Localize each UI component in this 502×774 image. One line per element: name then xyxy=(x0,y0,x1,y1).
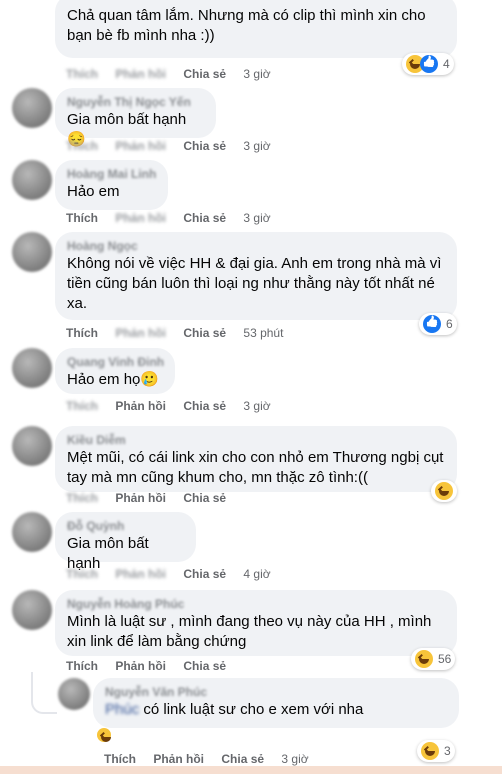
share-link[interactable]: Chia sẻ xyxy=(183,211,226,225)
reply-link[interactable]: Phản hồi xyxy=(115,567,166,581)
comment-actions: Thích Phản hồi Chia sẻ 3 giờ xyxy=(66,211,285,225)
like-link[interactable]: Thích xyxy=(66,67,98,81)
avatar[interactable] xyxy=(12,590,52,630)
reaction-count[interactable]: 4 xyxy=(402,53,454,75)
share-link[interactable]: Chia sẻ xyxy=(183,659,226,673)
comment-bubble: Kiều Diễm Mệt mũi, có cái link xin cho c… xyxy=(55,426,457,492)
like-link[interactable]: Thích xyxy=(66,659,98,673)
reply-link[interactable]: Phản hồi xyxy=(115,211,166,225)
comment-text: Phúc có link luật sư cho e xem với nha xyxy=(105,701,364,718)
timestamp[interactable]: 3 giờ xyxy=(243,139,270,153)
comment-bubble: Nguyễn Hoàng Phúc Mình là luật sư , mình… xyxy=(55,590,457,656)
comment-actions: Thích Phản hồi Chia sẻ 3 giờ xyxy=(104,752,323,766)
haha-icon xyxy=(415,650,433,668)
comment-bubble: Đỗ Quỳnh Gia môn bất hạnh xyxy=(55,512,196,572)
comment-author[interactable]: Nguyễn Hoàng Phúc xyxy=(67,597,445,612)
share-link[interactable]: Chia sẻ xyxy=(183,67,226,81)
reaction-count[interactable] xyxy=(431,480,457,502)
reply-link[interactable]: Phản hồi xyxy=(115,659,166,673)
haha-icon xyxy=(97,728,111,742)
like-link[interactable]: Thích xyxy=(66,211,98,225)
comment-text: Không nói về việc HH & đại gia. Anh em t… xyxy=(67,255,442,312)
share-link[interactable]: Chia sẻ xyxy=(183,139,226,153)
reply-thread-line xyxy=(31,672,57,714)
comment-bubble: Quang Vinh Đinh Hảo em họ🥲 xyxy=(55,348,175,394)
comment-bubble: Nguyễn Thị Ngọc Yến Gia môn bất hạnh 😔 xyxy=(55,88,216,148)
like-link[interactable]: Thích xyxy=(66,567,98,581)
share-link[interactable]: Chia sẻ xyxy=(183,326,226,340)
share-link[interactable]: Chia sẻ xyxy=(183,399,226,413)
comment-actions: Thích Phản hồi Chia sẻ xyxy=(66,659,240,673)
comment-author[interactable]: Nguyễn Thị Ngọc Yến xyxy=(67,95,204,110)
like-link[interactable]: Thích xyxy=(66,139,98,153)
comment-actions: Thích Phản hồi Chia sẻ 3 giờ xyxy=(66,139,285,153)
share-link[interactable]: Chia sẻ xyxy=(221,752,264,766)
share-link[interactable]: Chia sẻ xyxy=(183,491,226,505)
comment-author[interactable]: Nguyễn Văn Phúc xyxy=(105,685,447,700)
comment-actions: Thích Phản hồi Chia sẻ 53 phút xyxy=(66,326,297,340)
reply-link[interactable]: Phản hồi xyxy=(115,67,166,81)
reply-link[interactable]: Phản hồi xyxy=(115,491,166,505)
comment-actions: Thích Phản hồi Chia sẻ 3 giờ xyxy=(66,67,285,81)
comment-author[interactable]: Kiều Diễm xyxy=(67,433,445,448)
reply-link[interactable]: Phản hồi xyxy=(115,399,166,413)
like-link[interactable]: Thích xyxy=(104,752,136,766)
avatar[interactable] xyxy=(12,88,52,128)
reply-link[interactable]: Phản hồi xyxy=(115,139,166,153)
comment-text: Mình là luật sư , mình đang theo vụ này … xyxy=(67,613,432,650)
comment-bubble: Hoàng Mai Linh Hảo em xyxy=(55,160,168,210)
comment-actions: Thích Phản hồi Chia sẻ 3 giờ xyxy=(66,399,285,413)
avatar[interactable] xyxy=(12,348,52,388)
haha-icon xyxy=(435,482,453,500)
mention-tag[interactable]: Phúc xyxy=(105,701,139,718)
avatar[interactable] xyxy=(12,160,52,200)
comment-text: Chả quan tâm lắm. Nhưng mà có clip thì m… xyxy=(67,7,426,44)
timestamp[interactable]: 3 giờ xyxy=(281,752,308,766)
like-icon xyxy=(420,55,438,73)
reaction-count[interactable]: 3 xyxy=(417,740,455,762)
comment-bubble: Hoàng Ngọc Không nói về việc HH & đại gi… xyxy=(55,232,457,320)
reaction-count xyxy=(97,724,113,746)
comment-author[interactable]: Quang Vinh Đinh xyxy=(67,355,164,370)
reply-link[interactable]: Phản hồi xyxy=(115,326,166,340)
timestamp[interactable]: 3 giờ xyxy=(243,67,270,81)
timestamp[interactable]: 3 giờ xyxy=(243,211,270,225)
comment-actions: Thích Phản hồi Chia sẻ xyxy=(66,491,240,505)
comment-author[interactable]: Đỗ Quỳnh xyxy=(67,519,184,534)
page-bottom-strip xyxy=(0,766,502,774)
comment-text: Mệt mũi, có cái link xin cho con nhỏ em … xyxy=(67,449,444,486)
comment-bubble: Chả quan tâm lắm. Nhưng mà có clip thì m… xyxy=(55,0,457,58)
like-link[interactable]: Thích xyxy=(66,491,98,505)
timestamp[interactable]: 3 giờ xyxy=(243,399,270,413)
avatar[interactable] xyxy=(12,426,52,466)
comment-text: Hảo em họ🥲 xyxy=(67,371,160,388)
avatar[interactable] xyxy=(12,232,52,272)
like-link[interactable]: Thích xyxy=(66,399,98,413)
comment-author[interactable]: Hoàng Mai Linh xyxy=(67,167,156,182)
reaction-count[interactable]: 6 xyxy=(419,313,457,335)
comment-bubble: Nguyễn Văn Phúc Phúc có link luật sư cho… xyxy=(93,678,459,728)
timestamp[interactable]: 53 phút xyxy=(243,326,283,340)
timestamp[interactable]: 4 giờ xyxy=(243,567,270,581)
comment-text: Hảo em xyxy=(67,183,120,200)
avatar[interactable] xyxy=(58,678,90,710)
haha-icon xyxy=(421,742,439,760)
comment-actions: Thích Phản hồi Chia sẻ 4 giờ xyxy=(66,567,285,581)
avatar[interactable] xyxy=(12,512,52,552)
reply-link[interactable]: Phản hồi xyxy=(153,752,204,766)
share-link[interactable]: Chia sẻ xyxy=(183,567,226,581)
reaction-count[interactable]: 56 xyxy=(411,648,456,670)
like-link[interactable]: Thích xyxy=(66,326,98,340)
comment-author[interactable]: Hoàng Ngọc xyxy=(67,239,445,254)
like-icon xyxy=(423,315,441,333)
